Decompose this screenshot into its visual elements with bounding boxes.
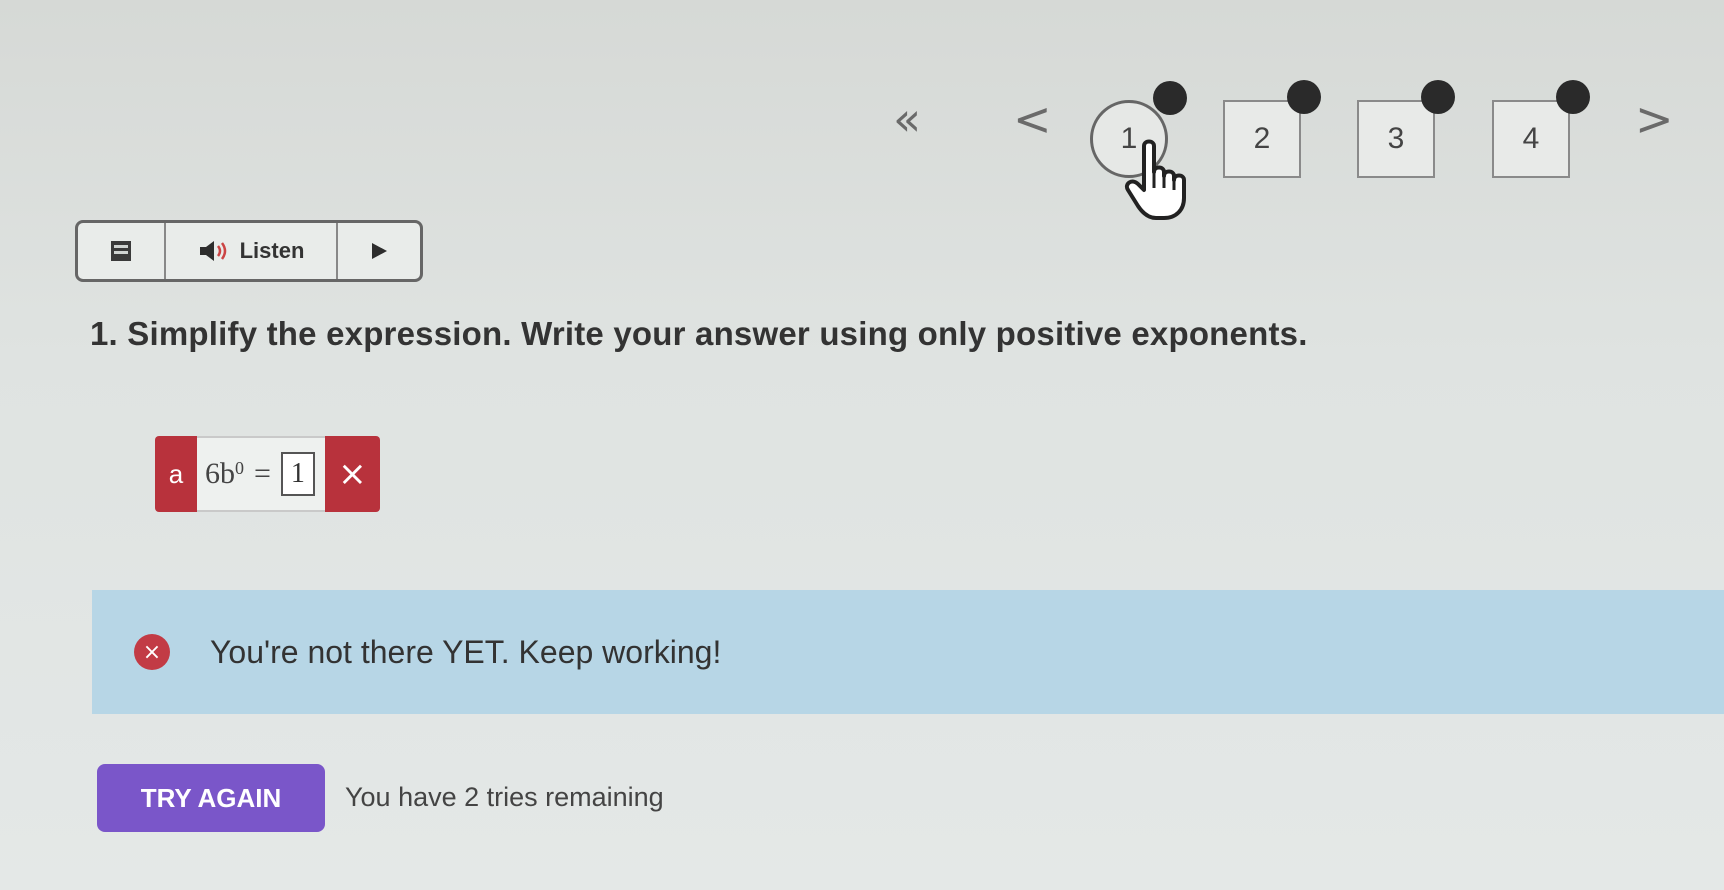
expression-base: 6b	[205, 457, 235, 490]
toolbar-menu-button[interactable]	[78, 223, 166, 279]
menu-icon	[111, 241, 131, 261]
equals-sign: =	[254, 457, 271, 490]
page-item-2[interactable]: 2	[1223, 80, 1321, 178]
answer-input[interactable]: 1	[280, 452, 315, 496]
play-icon	[372, 243, 387, 259]
answer-row: a 6b 0 = 1 ×	[155, 436, 380, 512]
page-item-4[interactable]: 4	[1492, 80, 1590, 178]
previous-page-icon[interactable]: <	[1013, 96, 1052, 142]
status-dot	[1421, 80, 1455, 114]
status-dot	[1153, 81, 1187, 115]
status-dot	[1287, 80, 1321, 114]
try-again-button[interactable]: TRY AGAIN	[97, 764, 325, 832]
feedback-banner: × You're not there YET. Keep working!	[92, 590, 1724, 714]
listen-button[interactable]: Listen	[166, 223, 338, 279]
next-page-icon[interactable]: >	[1635, 96, 1674, 142]
part-label: a	[155, 436, 197, 512]
play-button[interactable]	[338, 223, 420, 279]
incorrect-icon: ×	[324, 436, 380, 512]
first-page-icon[interactable]: «	[893, 96, 921, 142]
page-item-label: 2	[1253, 122, 1271, 155]
math-expression: 6b 0 = 1	[197, 436, 325, 512]
status-dot	[1556, 80, 1590, 114]
listen-label: Listen	[239, 238, 305, 263]
feedback-message: You're not there YET. Keep working!	[210, 633, 722, 670]
page-item-label: 3	[1387, 122, 1405, 155]
hand-pointer-icon	[1125, 139, 1186, 220]
question-text: 1. Simplify the expression. Write your a…	[90, 315, 1308, 352]
tries-remaining-text: You have 2 tries remaining	[345, 782, 664, 812]
page-item-3[interactable]: 3	[1357, 80, 1455, 178]
page-item-label: 4	[1522, 122, 1540, 155]
listen-toolbar: Listen	[75, 220, 423, 282]
speaker-icon	[199, 241, 226, 261]
error-icon: ×	[134, 634, 170, 670]
question-pagination: « < 1 2 3 4 >	[0, 0, 1724, 220]
expression-exponent: 0	[235, 457, 244, 478]
